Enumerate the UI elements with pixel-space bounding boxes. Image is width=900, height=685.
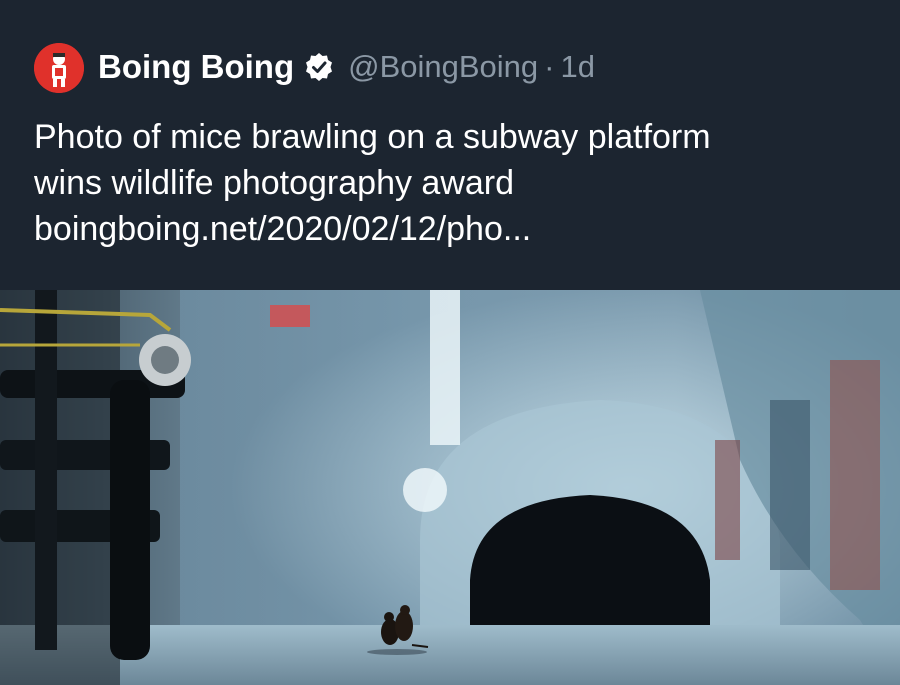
tweet-author-row: Boing Boing @BoingBoing · 1d [98,44,595,90]
tweet-link[interactable]: boingboing.net/2020/02/12/pho... [34,206,874,252]
avatar[interactable] [34,43,84,93]
tweet-text-line: Photo of mice brawling on a subway platf… [34,118,711,156]
tweet-photo[interactable] [0,290,900,685]
timestamp[interactable]: 1d [561,49,595,85]
verified-badge-icon [304,52,334,82]
boing-boing-avatar-icon [34,43,84,93]
tweet-body: Photo of mice brawling on a subway platf… [34,114,874,252]
subway-platform-photo [0,290,900,685]
tweet-card[interactable]: Boing Boing @BoingBoing · 1d Photo of mi… [0,0,900,290]
tweet-text-line: wins wildlife photography award [34,164,515,202]
display-name[interactable]: Boing Boing [98,48,294,86]
user-handle[interactable]: @BoingBoing [348,49,538,85]
separator-dot: · [544,49,555,84]
